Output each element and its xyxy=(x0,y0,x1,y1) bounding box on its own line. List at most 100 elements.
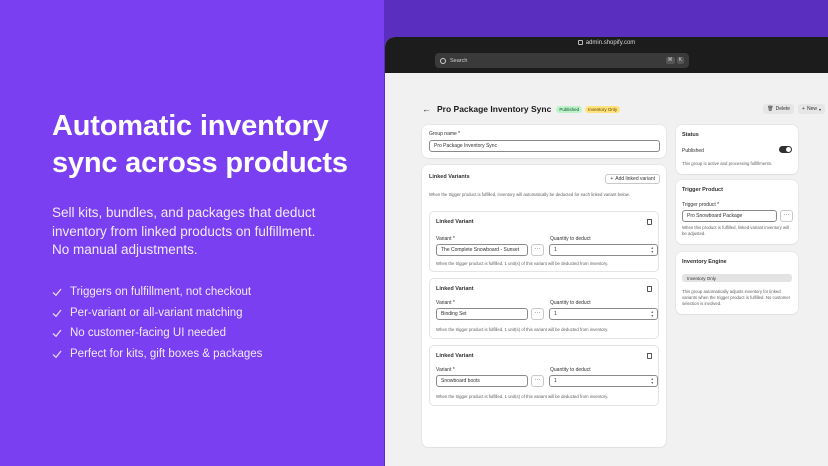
linked-variants-description: When the trigger product is fulfilled, i… xyxy=(429,192,630,197)
feature-text: Per-variant or all-variant matching xyxy=(70,306,243,319)
stepper-arrows-icon[interactable]: ▲ ▼ xyxy=(651,246,654,254)
feature-item: Triggers on fulfillment, not checkout xyxy=(52,282,372,303)
feature-text: No customer-facing UI needed xyxy=(70,327,226,340)
status-heading: Status xyxy=(682,132,699,138)
subtext-line-1: Sell kits, bundles, and packages that de… xyxy=(52,205,316,220)
quantity-stepper[interactable]: 1 ▲ ▼ xyxy=(549,375,658,387)
linked-variant-item: Linked Variant Variant * Quantity to ded… xyxy=(429,345,659,406)
status-badge: Published xyxy=(556,105,583,113)
trigger-product-description: When this product is fulfilled, linked v… xyxy=(682,225,789,236)
engine-badge: Inventory Only xyxy=(585,105,621,113)
browser-window: admin.shopify.com Search ⌘ K ← Pro Packa… xyxy=(385,37,828,466)
trigger-product-label: Trigger product * xyxy=(682,202,720,208)
variant-label: Variant * xyxy=(436,367,455,373)
variant-input[interactable]: Binding Set xyxy=(436,308,528,320)
variant-picker-button[interactable]: ··· xyxy=(531,244,544,256)
inventory-engine-description: This group automatically adjusts invento… xyxy=(682,289,791,306)
add-linked-variant-button[interactable]: + Add linked variant xyxy=(605,174,660,184)
linked-variant-title: Linked Variant xyxy=(436,286,474,292)
headline-line-1: Automatic inventory xyxy=(52,110,329,142)
status-label: Published xyxy=(682,148,704,154)
feature-item: No customer-facing UI needed xyxy=(52,323,372,344)
back-arrow-icon[interactable]: ← xyxy=(422,104,431,114)
feature-text: Perfect for kits, gift boxes & packages xyxy=(70,347,263,360)
feature-list: Triggers on fulfillment, not checkout Pe… xyxy=(52,282,372,365)
shortcut-key-k: K xyxy=(676,57,684,64)
group-name-label: Group name * xyxy=(429,131,461,137)
trash-icon[interactable] xyxy=(647,353,652,359)
variant-label: Variant * xyxy=(436,236,455,242)
quantity-label: Quantity to deduct xyxy=(550,236,591,242)
group-name-input[interactable]: Pro Package Inventory Sync xyxy=(429,140,660,152)
status-description: This group is active and processing fulf… xyxy=(682,161,773,166)
linked-variant-title: Linked Variant xyxy=(436,219,474,225)
shortcut-key-cmd: ⌘ xyxy=(665,57,675,64)
feature-item: Perfect for kits, gift boxes & packages xyxy=(52,344,372,365)
new-button[interactable]: + New ▾ xyxy=(798,104,825,114)
quantity-stepper[interactable]: 1 ▲ ▼ xyxy=(549,308,658,320)
subtext-line-3: No manual adjustments. xyxy=(52,242,198,257)
feature-item: Per-variant or all-variant matching xyxy=(52,302,372,323)
new-label: New xyxy=(806,106,817,112)
linked-variants-card: Linked Variants + Add linked variant When… xyxy=(422,165,666,447)
check-icon xyxy=(52,288,62,297)
delete-button[interactable]: 🗑 Delete xyxy=(763,104,795,114)
group-name-card: Group name * Pro Package Inventory Sync xyxy=(422,125,666,158)
search-placeholder: Search xyxy=(450,57,468,64)
trash-icon[interactable] xyxy=(647,219,652,225)
variant-picker-button[interactable]: ··· xyxy=(531,375,544,387)
stepper-arrows-icon[interactable]: ▲ ▼ xyxy=(651,310,654,318)
browser-chrome: admin.shopify.com Search ⌘ K xyxy=(385,37,828,73)
trash-icon[interactable] xyxy=(647,286,652,292)
inventory-engine-select[interactable]: Inventory Only xyxy=(682,274,792,282)
status-card: Status Published This group is active an… xyxy=(676,125,798,174)
published-toggle[interactable] xyxy=(779,146,792,153)
quantity-label: Quantity to deduct xyxy=(550,367,591,373)
linked-variants-heading: Linked Variants xyxy=(429,174,470,180)
headline-line-2: sync across products xyxy=(52,147,348,179)
quantity-value: 1 xyxy=(554,311,557,317)
variant-input[interactable]: The Complete Snowboard - Sunset xyxy=(436,244,528,256)
app-content: ← Pro Package Inventory Sync Published I… xyxy=(385,73,828,466)
inventory-engine-heading: Inventory Engine xyxy=(682,259,727,265)
trash-icon: 🗑 xyxy=(767,106,774,112)
search-bar[interactable]: Search ⌘ K xyxy=(435,53,689,68)
chevron-down-icon: ▾ xyxy=(818,106,821,112)
linked-variant-item: Linked Variant Variant * Quantity to ded… xyxy=(429,211,659,272)
trigger-picker-button[interactable]: ··· xyxy=(780,210,793,222)
header-actions: 🗑 Delete + New ▾ xyxy=(759,104,825,114)
quantity-stepper[interactable]: 1 ▲ ▼ xyxy=(549,244,658,256)
trigger-product-card: Trigger Product Trigger product * Pro Sn… xyxy=(676,180,798,244)
add-linked-variant-label: Add linked variant xyxy=(615,176,655,182)
check-icon xyxy=(52,350,62,359)
linked-variant-note: When the trigger product is fulfilled, 1… xyxy=(436,394,609,399)
address-bar[interactable]: admin.shopify.com xyxy=(385,40,828,46)
hero-headline: Automatic inventory sync across products xyxy=(52,108,372,182)
plus-icon: + xyxy=(802,106,805,112)
url-text: admin.shopify.com xyxy=(585,40,636,46)
plus-icon: + xyxy=(610,176,614,182)
page-header: ← Pro Package Inventory Sync Published I… xyxy=(422,102,828,116)
stepper-arrows-icon[interactable]: ▲ ▼ xyxy=(651,377,654,385)
linked-variant-note: When the trigger product is fulfilled, 1… xyxy=(436,261,609,266)
linked-variant-note: When the trigger product is fulfilled, 1… xyxy=(436,327,609,332)
subtext-line-2: inventory from linked products on fulfil… xyxy=(52,223,316,239)
check-icon xyxy=(52,309,62,317)
trigger-product-input[interactable]: Pro Snowboard Package xyxy=(682,210,777,222)
quantity-value: 1 xyxy=(554,247,557,253)
feature-text: Triggers on fulfillment, not checkout xyxy=(70,285,252,298)
check-icon xyxy=(52,329,62,338)
inventory-engine-card: Inventory Engine Inventory Only This gro… xyxy=(676,252,798,314)
linked-variant-title: Linked Variant xyxy=(436,353,474,359)
delete-label: Delete xyxy=(775,106,791,112)
hero-subtext: Sell kits, bundles, and packages that de… xyxy=(52,204,372,260)
search-icon xyxy=(440,57,446,64)
variant-picker-button[interactable]: ··· xyxy=(531,308,544,320)
lock-icon xyxy=(577,40,583,45)
quantity-value: 1 xyxy=(554,378,557,384)
quantity-label: Quantity to deduct xyxy=(550,300,591,306)
linked-variant-item: Linked Variant Variant * Quantity to ded… xyxy=(429,278,659,339)
variant-label: Variant * xyxy=(436,300,455,306)
toggle-knob xyxy=(786,147,791,152)
variant-input[interactable]: Snowboard boots xyxy=(436,375,528,387)
